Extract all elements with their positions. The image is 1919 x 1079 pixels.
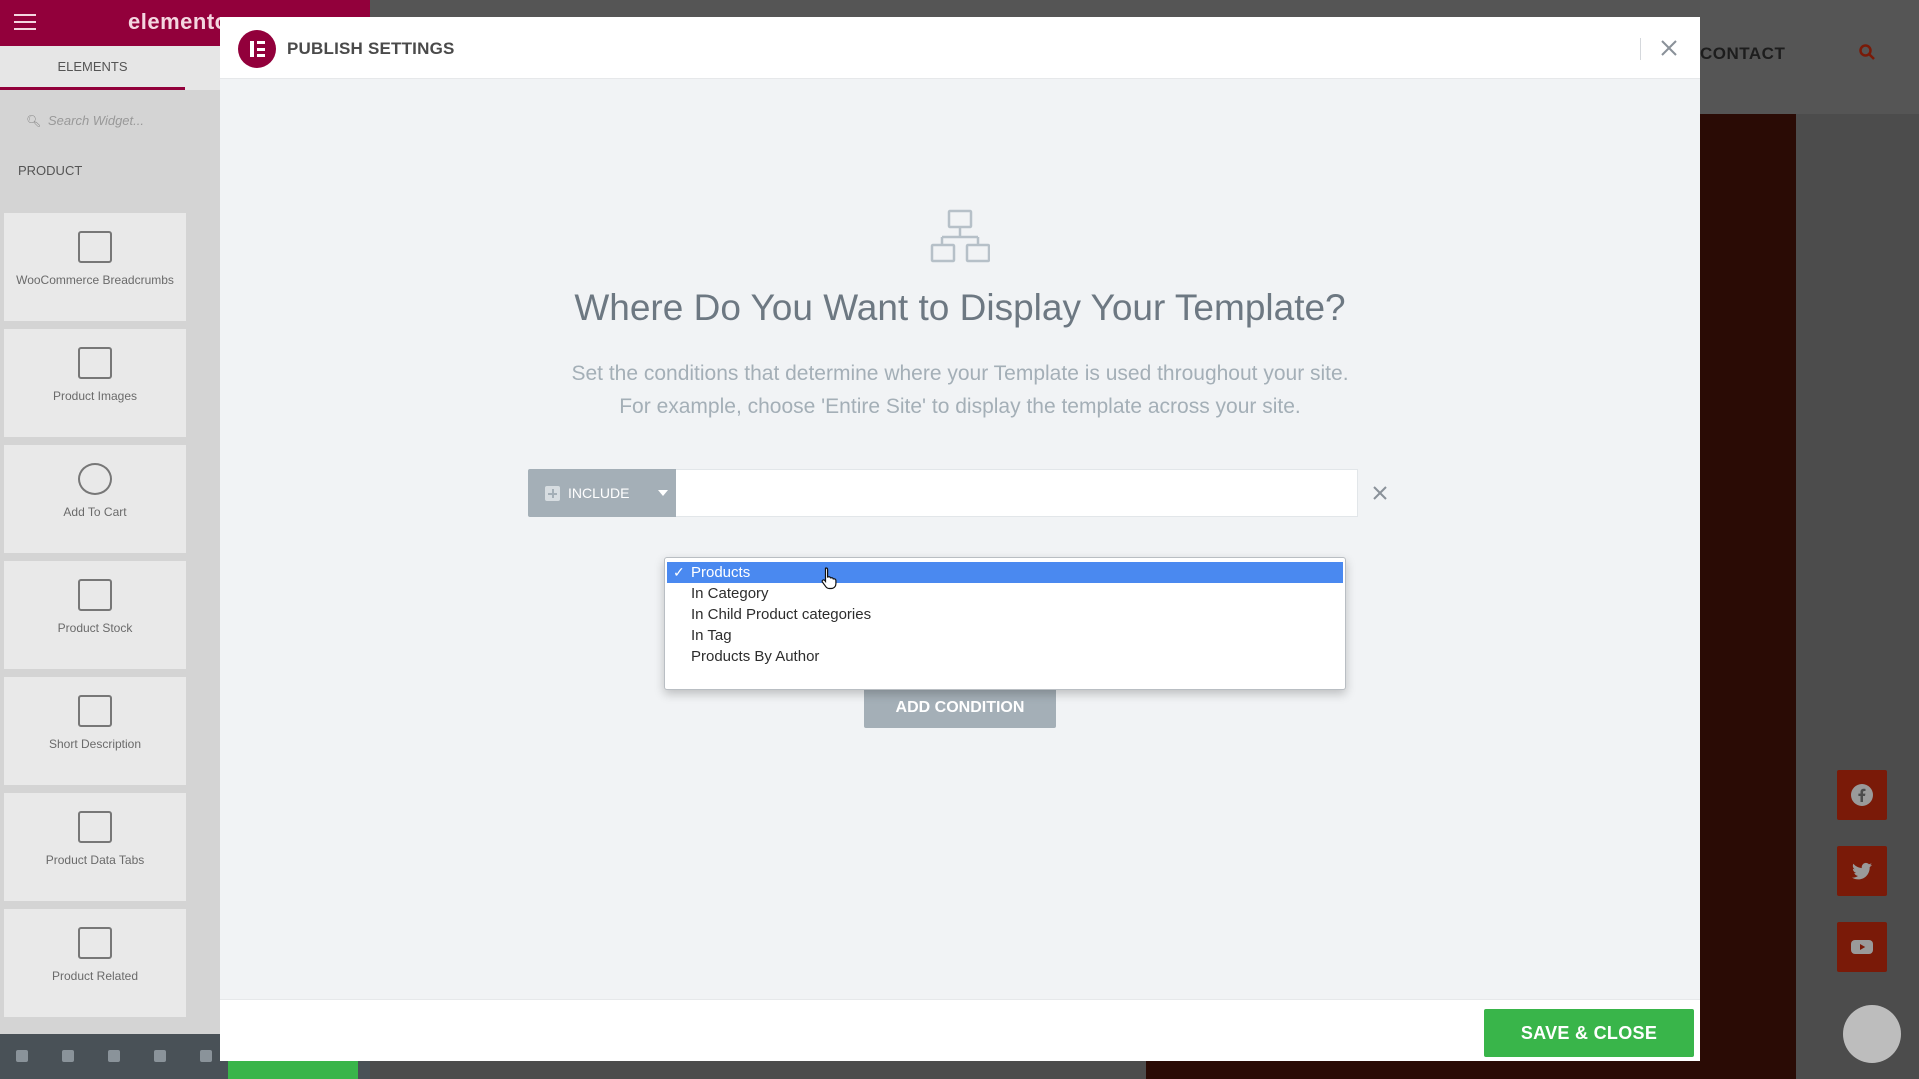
elementor-fab-button[interactable] xyxy=(1843,1005,1901,1063)
youtube-icon xyxy=(1851,940,1873,954)
product-data-tabs-icon xyxy=(78,811,112,843)
product-images-icon xyxy=(78,347,112,379)
add-to-cart-icon xyxy=(78,463,112,495)
save-and-close-button[interactable]: SAVE & CLOSE xyxy=(1484,1009,1694,1057)
dropdown-option-in-category[interactable]: In Category xyxy=(665,583,1345,604)
widget-product-images[interactable]: Product Images xyxy=(4,329,186,437)
option-label: In Tag xyxy=(691,627,732,644)
twitter-icon xyxy=(1852,862,1872,880)
widget-product-stock[interactable]: Product Stock xyxy=(4,561,186,669)
dropdown-option-in-child-product-categories[interactable]: In Child Product categories xyxy=(665,604,1345,625)
product-related-icon xyxy=(78,927,112,959)
condition-dropdown: ✓ Products In Category In Child Product … xyxy=(664,557,1346,690)
widget-label: WooCommerce Breadcrumbs xyxy=(16,273,174,287)
condition-row: INCLUDE xyxy=(528,469,1358,517)
page-description: Set the conditions that determine where … xyxy=(220,357,1700,423)
description-line: Set the conditions that determine where … xyxy=(571,362,1349,385)
widget-label: Add To Cart xyxy=(63,505,127,519)
caret-down-icon xyxy=(658,490,668,496)
short-description-icon xyxy=(78,695,112,727)
modal-footer: SAVE & CLOSE xyxy=(220,999,1700,1061)
search-icon[interactable] xyxy=(1858,43,1876,61)
modal-header: PUBLISH SETTINGS xyxy=(220,17,1700,79)
hand-cursor-icon xyxy=(821,567,837,590)
plus-icon xyxy=(545,486,560,501)
option-label: Products xyxy=(691,564,751,581)
sitemap-icon xyxy=(930,209,990,263)
youtube-button[interactable] xyxy=(1837,922,1887,972)
tab-elements[interactable]: ELEMENTS xyxy=(0,46,185,90)
hamburger-menu-icon[interactable] xyxy=(14,14,36,32)
settings-icon[interactable] xyxy=(16,1050,28,1062)
history-icon[interactable] xyxy=(108,1050,120,1062)
condition-select[interactable] xyxy=(676,469,1358,517)
dropdown-option-products[interactable]: ✓ Products xyxy=(667,562,1343,583)
responsive-icon[interactable] xyxy=(154,1050,166,1062)
widget-search-input[interactable]: Search Widget... xyxy=(48,113,144,128)
elementor-logo-icon xyxy=(238,30,276,68)
breadcrumbs-icon xyxy=(78,231,112,263)
widget-label: Product Data Tabs xyxy=(45,853,145,867)
option-label: In Category xyxy=(691,585,769,602)
preview-icon[interactable] xyxy=(200,1050,212,1062)
nav-contact-link[interactable]: CONTACT xyxy=(1700,44,1785,64)
checkmark-icon: ✓ xyxy=(673,564,685,580)
twitter-button[interactable] xyxy=(1837,846,1887,896)
remove-condition-icon[interactable] xyxy=(1370,483,1390,503)
page-title: Where Do You Want to Display Your Templa… xyxy=(574,287,1346,328)
widget-product-data-tabs[interactable]: Product Data Tabs xyxy=(4,793,186,901)
widget-label: Product Images xyxy=(52,389,138,403)
option-label: In Child Product categories xyxy=(691,606,872,623)
include-label: INCLUDE xyxy=(568,485,630,501)
dropdown-option-in-tag[interactable]: In Tag xyxy=(665,625,1345,646)
widget-woocommerce-breadcrumbs[interactable]: WooCommerce Breadcrumbs xyxy=(4,213,186,321)
widget-label: Product Related xyxy=(51,969,139,983)
header-divider xyxy=(1640,38,1641,60)
publish-settings-modal: PUBLISH SETTINGS Where Do You Want to Di… xyxy=(220,17,1700,1061)
product-stock-icon xyxy=(78,579,112,611)
widget-add-to-cart[interactable]: Add To Cart xyxy=(4,445,186,553)
add-condition-button[interactable]: ADD CONDITION xyxy=(864,688,1056,728)
widget-label: Product Stock xyxy=(57,621,133,635)
widget-short-description[interactable]: Short Description xyxy=(4,677,186,785)
facebook-icon xyxy=(1851,784,1873,806)
widget-product-related[interactable]: Product Related xyxy=(4,909,186,1017)
search-icon: 🔍︎ xyxy=(26,114,42,128)
modal-title: PUBLISH SETTINGS xyxy=(287,39,455,58)
modal-body xyxy=(220,79,1700,999)
widget-category-title: PRODUCT xyxy=(18,163,83,178)
description-line: For example, choose 'Entire Site' to dis… xyxy=(619,395,1301,418)
close-icon[interactable] xyxy=(1657,36,1681,60)
widget-label: Short Description xyxy=(48,737,142,751)
facebook-button[interactable] xyxy=(1837,770,1887,820)
include-select[interactable]: INCLUDE xyxy=(528,469,676,517)
navigator-icon[interactable] xyxy=(62,1050,74,1062)
option-label: Products By Author xyxy=(691,648,820,665)
dropdown-option-products-by-author[interactable]: Products By Author xyxy=(665,646,1345,667)
